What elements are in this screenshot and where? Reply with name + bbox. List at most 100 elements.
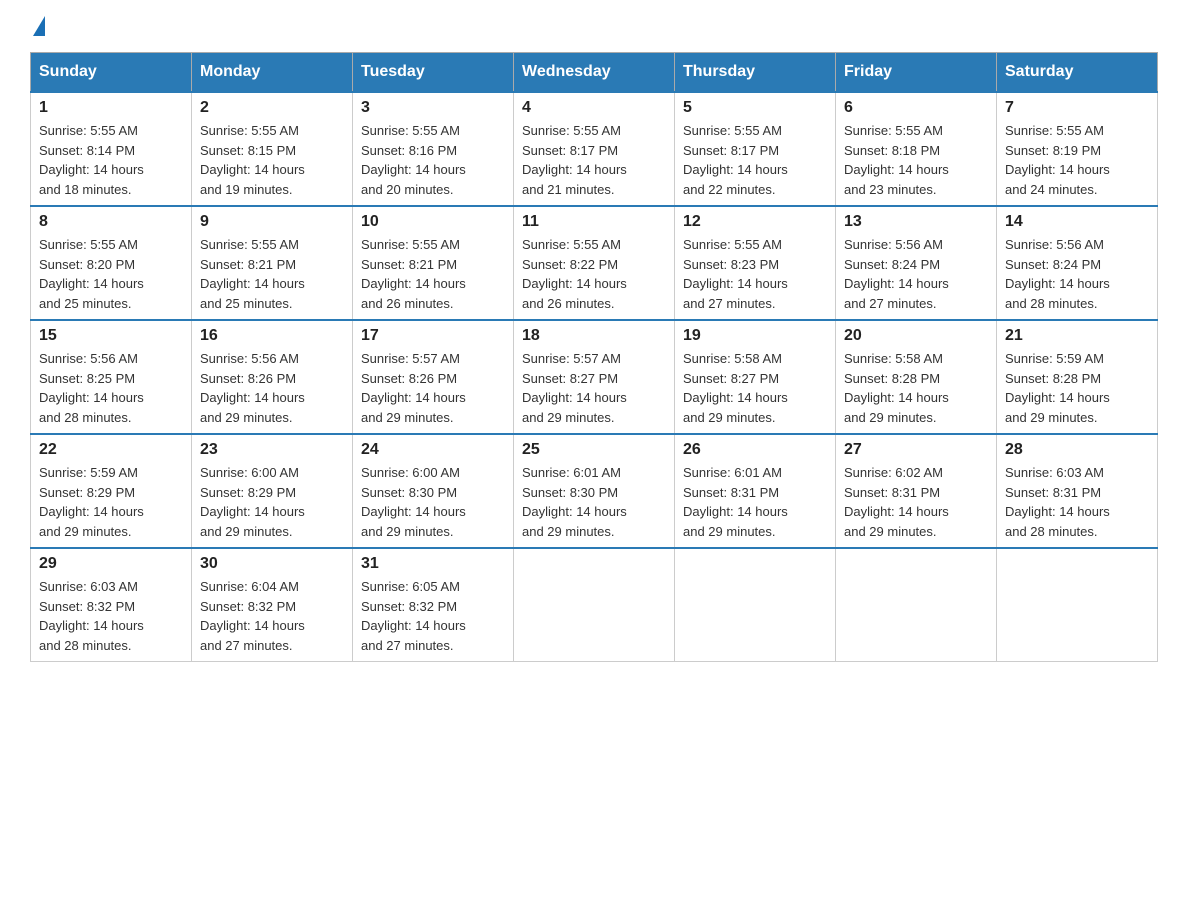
calendar-cell: 5 Sunrise: 5:55 AM Sunset: 8:17 PM Dayli… xyxy=(675,92,836,206)
calendar-cell xyxy=(514,548,675,662)
calendar-cell xyxy=(675,548,836,662)
day-info: Sunrise: 5:55 AM Sunset: 8:21 PM Dayligh… xyxy=(200,235,344,313)
header-friday: Friday xyxy=(836,53,997,93)
day-number: 25 xyxy=(522,441,666,459)
week-row-2: 8 Sunrise: 5:55 AM Sunset: 8:20 PM Dayli… xyxy=(31,206,1158,320)
calendar-cell: 23 Sunrise: 6:00 AM Sunset: 8:29 PM Dayl… xyxy=(192,434,353,548)
header-sunday: Sunday xyxy=(31,53,192,93)
day-info: Sunrise: 5:57 AM Sunset: 8:26 PM Dayligh… xyxy=(361,349,505,427)
day-info: Sunrise: 5:55 AM Sunset: 8:23 PM Dayligh… xyxy=(683,235,827,313)
day-info: Sunrise: 5:55 AM Sunset: 8:17 PM Dayligh… xyxy=(522,121,666,199)
calendar-cell xyxy=(836,548,997,662)
day-number: 10 xyxy=(361,213,505,231)
calendar-cell: 18 Sunrise: 5:57 AM Sunset: 8:27 PM Dayl… xyxy=(514,320,675,434)
day-number: 17 xyxy=(361,327,505,345)
day-info: Sunrise: 5:55 AM Sunset: 8:15 PM Dayligh… xyxy=(200,121,344,199)
calendar-cell: 14 Sunrise: 5:56 AM Sunset: 8:24 PM Dayl… xyxy=(997,206,1158,320)
day-number: 2 xyxy=(200,99,344,117)
calendar-cell: 24 Sunrise: 6:00 AM Sunset: 8:30 PM Dayl… xyxy=(353,434,514,548)
day-info: Sunrise: 6:00 AM Sunset: 8:30 PM Dayligh… xyxy=(361,463,505,541)
calendar-table: Sunday Monday Tuesday Wednesday Thursday… xyxy=(30,52,1158,662)
calendar-cell: 4 Sunrise: 5:55 AM Sunset: 8:17 PM Dayli… xyxy=(514,92,675,206)
day-number: 4 xyxy=(522,99,666,117)
calendar-cell: 31 Sunrise: 6:05 AM Sunset: 8:32 PM Dayl… xyxy=(353,548,514,662)
day-info: Sunrise: 5:55 AM Sunset: 8:14 PM Dayligh… xyxy=(39,121,183,199)
calendar-cell: 15 Sunrise: 5:56 AM Sunset: 8:25 PM Dayl… xyxy=(31,320,192,434)
day-info: Sunrise: 5:56 AM Sunset: 8:24 PM Dayligh… xyxy=(844,235,988,313)
day-number: 16 xyxy=(200,327,344,345)
day-info: Sunrise: 6:03 AM Sunset: 8:32 PM Dayligh… xyxy=(39,577,183,655)
day-number: 6 xyxy=(844,99,988,117)
week-row-4: 22 Sunrise: 5:59 AM Sunset: 8:29 PM Dayl… xyxy=(31,434,1158,548)
day-number: 7 xyxy=(1005,99,1149,117)
day-number: 5 xyxy=(683,99,827,117)
calendar-cell: 10 Sunrise: 5:55 AM Sunset: 8:21 PM Dayl… xyxy=(353,206,514,320)
day-info: Sunrise: 5:55 AM Sunset: 8:21 PM Dayligh… xyxy=(361,235,505,313)
day-info: Sunrise: 6:04 AM Sunset: 8:32 PM Dayligh… xyxy=(200,577,344,655)
logo xyxy=(30,20,45,36)
calendar-cell: 25 Sunrise: 6:01 AM Sunset: 8:30 PM Dayl… xyxy=(514,434,675,548)
calendar-cell: 27 Sunrise: 6:02 AM Sunset: 8:31 PM Dayl… xyxy=(836,434,997,548)
day-number: 27 xyxy=(844,441,988,459)
day-number: 3 xyxy=(361,99,505,117)
day-info: Sunrise: 6:05 AM Sunset: 8:32 PM Dayligh… xyxy=(361,577,505,655)
calendar-cell: 19 Sunrise: 5:58 AM Sunset: 8:27 PM Dayl… xyxy=(675,320,836,434)
calendar-cell: 2 Sunrise: 5:55 AM Sunset: 8:15 PM Dayli… xyxy=(192,92,353,206)
day-info: Sunrise: 6:00 AM Sunset: 8:29 PM Dayligh… xyxy=(200,463,344,541)
day-info: Sunrise: 5:56 AM Sunset: 8:26 PM Dayligh… xyxy=(200,349,344,427)
calendar-cell: 26 Sunrise: 6:01 AM Sunset: 8:31 PM Dayl… xyxy=(675,434,836,548)
calendar-cell: 8 Sunrise: 5:55 AM Sunset: 8:20 PM Dayli… xyxy=(31,206,192,320)
header-tuesday: Tuesday xyxy=(353,53,514,93)
header-wednesday: Wednesday xyxy=(514,53,675,93)
header-saturday: Saturday xyxy=(997,53,1158,93)
day-info: Sunrise: 6:01 AM Sunset: 8:31 PM Dayligh… xyxy=(683,463,827,541)
day-number: 30 xyxy=(200,555,344,573)
calendar-cell: 11 Sunrise: 5:55 AM Sunset: 8:22 PM Dayl… xyxy=(514,206,675,320)
week-row-5: 29 Sunrise: 6:03 AM Sunset: 8:32 PM Dayl… xyxy=(31,548,1158,662)
day-info: Sunrise: 6:03 AM Sunset: 8:31 PM Dayligh… xyxy=(1005,463,1149,541)
calendar-cell: 17 Sunrise: 5:57 AM Sunset: 8:26 PM Dayl… xyxy=(353,320,514,434)
calendar-cell: 1 Sunrise: 5:55 AM Sunset: 8:14 PM Dayli… xyxy=(31,92,192,206)
calendar-cell: 21 Sunrise: 5:59 AM Sunset: 8:28 PM Dayl… xyxy=(997,320,1158,434)
day-info: Sunrise: 5:55 AM Sunset: 8:20 PM Dayligh… xyxy=(39,235,183,313)
day-number: 29 xyxy=(39,555,183,573)
day-number: 13 xyxy=(844,213,988,231)
day-info: Sunrise: 5:56 AM Sunset: 8:24 PM Dayligh… xyxy=(1005,235,1149,313)
week-row-3: 15 Sunrise: 5:56 AM Sunset: 8:25 PM Dayl… xyxy=(31,320,1158,434)
day-number: 18 xyxy=(522,327,666,345)
day-info: Sunrise: 5:59 AM Sunset: 8:29 PM Dayligh… xyxy=(39,463,183,541)
header-thursday: Thursday xyxy=(675,53,836,93)
calendar-cell: 6 Sunrise: 5:55 AM Sunset: 8:18 PM Dayli… xyxy=(836,92,997,206)
day-number: 20 xyxy=(844,327,988,345)
day-number: 28 xyxy=(1005,441,1149,459)
day-info: Sunrise: 5:55 AM Sunset: 8:16 PM Dayligh… xyxy=(361,121,505,199)
day-number: 11 xyxy=(522,213,666,231)
day-info: Sunrise: 5:59 AM Sunset: 8:28 PM Dayligh… xyxy=(1005,349,1149,427)
day-info: Sunrise: 5:55 AM Sunset: 8:17 PM Dayligh… xyxy=(683,121,827,199)
calendar-cell: 9 Sunrise: 5:55 AM Sunset: 8:21 PM Dayli… xyxy=(192,206,353,320)
day-number: 14 xyxy=(1005,213,1149,231)
calendar-cell: 28 Sunrise: 6:03 AM Sunset: 8:31 PM Dayl… xyxy=(997,434,1158,548)
day-info: Sunrise: 6:01 AM Sunset: 8:30 PM Dayligh… xyxy=(522,463,666,541)
week-row-1: 1 Sunrise: 5:55 AM Sunset: 8:14 PM Dayli… xyxy=(31,92,1158,206)
day-info: Sunrise: 5:58 AM Sunset: 8:27 PM Dayligh… xyxy=(683,349,827,427)
day-info: Sunrise: 5:56 AM Sunset: 8:25 PM Dayligh… xyxy=(39,349,183,427)
header-monday: Monday xyxy=(192,53,353,93)
calendar-cell: 3 Sunrise: 5:55 AM Sunset: 8:16 PM Dayli… xyxy=(353,92,514,206)
day-number: 15 xyxy=(39,327,183,345)
day-number: 1 xyxy=(39,99,183,117)
day-number: 12 xyxy=(683,213,827,231)
day-number: 8 xyxy=(39,213,183,231)
calendar-cell: 30 Sunrise: 6:04 AM Sunset: 8:32 PM Dayl… xyxy=(192,548,353,662)
calendar-cell: 16 Sunrise: 5:56 AM Sunset: 8:26 PM Dayl… xyxy=(192,320,353,434)
day-number: 22 xyxy=(39,441,183,459)
day-info: Sunrise: 5:55 AM Sunset: 8:18 PM Dayligh… xyxy=(844,121,988,199)
calendar-cell: 20 Sunrise: 5:58 AM Sunset: 8:28 PM Dayl… xyxy=(836,320,997,434)
day-number: 19 xyxy=(683,327,827,345)
calendar-cell xyxy=(997,548,1158,662)
day-info: Sunrise: 6:02 AM Sunset: 8:31 PM Dayligh… xyxy=(844,463,988,541)
calendar-cell: 12 Sunrise: 5:55 AM Sunset: 8:23 PM Dayl… xyxy=(675,206,836,320)
calendar-cell: 7 Sunrise: 5:55 AM Sunset: 8:19 PM Dayli… xyxy=(997,92,1158,206)
day-number: 24 xyxy=(361,441,505,459)
day-number: 9 xyxy=(200,213,344,231)
